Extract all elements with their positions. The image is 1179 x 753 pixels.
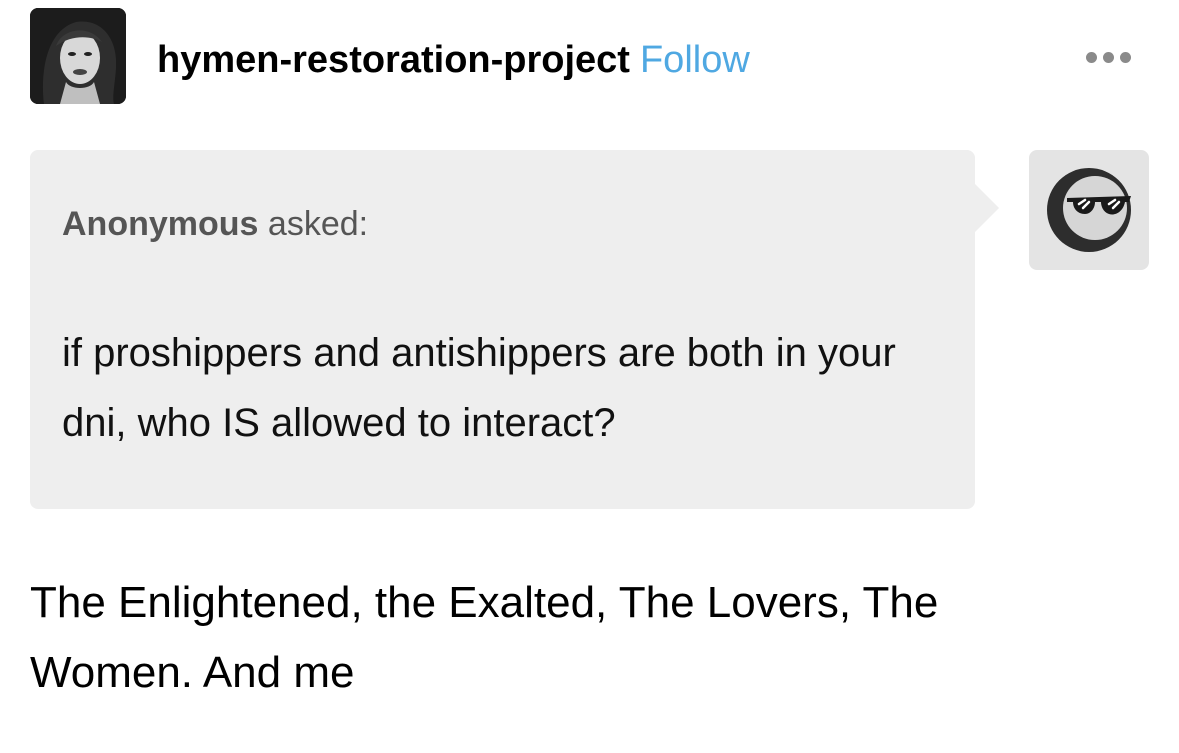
menu-dot [1103, 52, 1114, 63]
username-row: hymen-restoration-project Follow [157, 38, 750, 82]
blog-avatar[interactable] [30, 8, 126, 104]
answer-text: The Enlightened, the Exalted, The Lovers… [30, 578, 939, 697]
anonymous-avatar [1029, 150, 1149, 270]
menu-dot [1120, 52, 1131, 63]
asker-name: Anonymous [62, 205, 259, 243]
follow-button[interactable]: Follow [640, 39, 750, 81]
ask-bubble: Anonymous asked: if proshippers and anti… [30, 150, 999, 509]
question-text: if proshippers and antishippers are both… [62, 331, 896, 445]
asker-line: Anonymous asked: [62, 204, 368, 244]
profile-photo-icon [30, 8, 126, 104]
post-header: hymen-restoration-project Follow [30, 8, 1149, 104]
more-horizontal-icon[interactable] [1086, 52, 1131, 63]
menu-dot [1086, 52, 1097, 63]
asked-label: asked: [267, 205, 369, 243]
blog-username[interactable]: hymen-restoration-project [157, 39, 630, 81]
anonymous-sunglasses-icon [1047, 168, 1131, 252]
